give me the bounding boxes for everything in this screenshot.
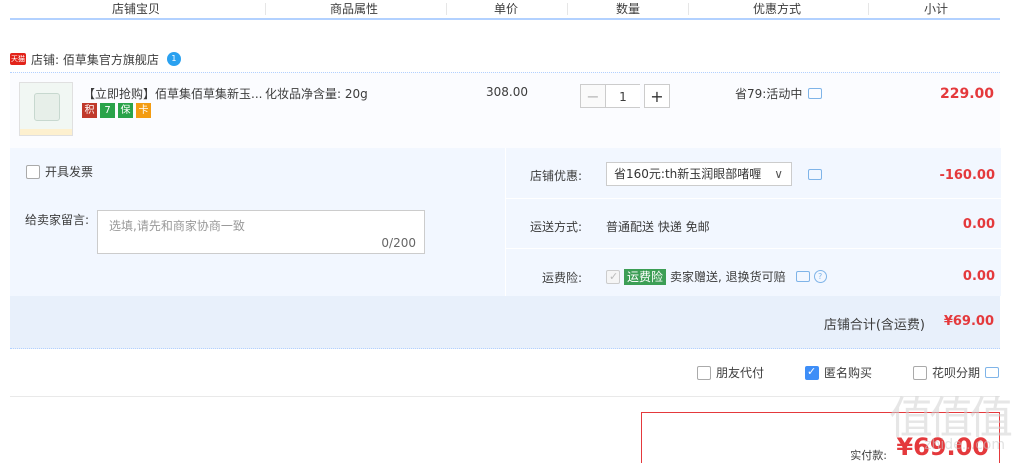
col-shop-item: 店铺宝贝 [112, 2, 161, 16]
insurance-tag: 运费险 [624, 268, 667, 285]
item-subtotal: 229.00 [939, 86, 994, 102]
col-subtotal: 小计 [924, 2, 949, 16]
insurance-message-icon[interactable] [795, 271, 810, 282]
shop-total-amount: ¥69.00 [943, 314, 994, 329]
shipping-method: 普通配送 快递 免邮 [606, 220, 710, 234]
promotion-text: 省79:活动中 [735, 87, 803, 101]
invoice-checkbox[interactable] [26, 164, 40, 179]
shop-discount-select[interactable]: 省160元:th新玉润眼部啫喱 ∨ [606, 162, 792, 186]
quantity-minus-button[interactable]: − [580, 84, 606, 108]
row-divider [506, 248, 1001, 249]
invoice-label: 开具发票 [45, 165, 94, 179]
product-title-link[interactable]: 【立即抢购】佰草集佰草集新玉... [83, 85, 262, 102]
invoice-option[interactable]: 开具发票 [26, 163, 93, 180]
product-thumbnail[interactable] [19, 82, 73, 136]
help-icon[interactable]: ? [813, 270, 827, 283]
message-textarea[interactable]: 选填,请先和商家协商一致 0/200 [97, 210, 425, 254]
watermark-site: zhide...com [924, 437, 1005, 453]
installment-option[interactable]: 花呗分期 [913, 364, 1000, 381]
col-quantity: 数量 [616, 2, 641, 16]
tmall-icon: 天猫 [10, 53, 26, 65]
col-price: 单价 [494, 2, 519, 16]
friend-pay-checkbox[interactable] [697, 365, 711, 380]
discount-shipping-panel: 店铺优惠: 省160元:th新玉润眼部啫喱 ∨ -160.00 运送方式: 普通… [505, 148, 1001, 296]
shop-discount-label: 店铺优惠: [529, 169, 582, 183]
shop-total-label: 店铺合计(含运费) [823, 318, 925, 333]
points-icon[interactable]: 积 [82, 103, 97, 118]
freight-insurance: 运费险 卖家赠送, 退换货可赔 ? [606, 268, 827, 285]
shipping-label: 运送方式: [529, 220, 582, 234]
installment-checkbox[interactable] [913, 365, 927, 380]
insurance-desc: 卖家赠送, 退换货可赔 [670, 270, 786, 284]
wangwang-chat-icon[interactable]: 1 [166, 52, 181, 66]
anonymous-label: 匿名购买 [824, 366, 873, 380]
anonymous-checkbox[interactable] [805, 365, 819, 380]
product-property: 化妆品净含量: 20g [265, 87, 368, 101]
col-property: 商品属性 [330, 2, 379, 16]
promotion-info: 省79:活动中 [735, 85, 823, 102]
service-badges: 积 7 保 卡 [82, 103, 151, 118]
friend-pay-option[interactable]: 朋友代付 [697, 364, 764, 381]
guarantee-icon[interactable]: 保 [118, 103, 133, 118]
header-separator [265, 3, 266, 15]
discount-message-icon[interactable] [808, 169, 822, 180]
quantity-stepper: − 1 + [580, 84, 670, 108]
card-payment-icon[interactable]: 卡 [136, 103, 151, 118]
thumbnail-strip [20, 129, 72, 135]
quantity-input[interactable]: 1 [606, 84, 640, 108]
section-divider [10, 396, 1000, 397]
seven-day-return-icon[interactable]: 7 [100, 103, 115, 118]
promotion-message-icon[interactable] [808, 88, 823, 99]
shop-discount-value: 省160元:th新玉润眼部啫喱 [614, 167, 762, 181]
product-jar-image [34, 93, 60, 121]
message-char-count: 0/200 [381, 236, 416, 250]
order-options: 开具发票 给卖家留言: 选填,请先和商家协商一致 0/200 店铺优惠: 省16… [10, 148, 1001, 296]
insurance-label: 运费险: [541, 271, 582, 285]
shop-discount-amount: -160.00 [939, 168, 995, 183]
header-separator [567, 3, 568, 15]
shop-total-row: 店铺合计(含运费) ¥69.00 [10, 296, 1000, 349]
header-separator [868, 3, 869, 15]
row-divider [506, 198, 1001, 199]
actual-payment-label: 实付款: [850, 449, 887, 462]
installment-label: 花呗分期 [932, 366, 981, 380]
chevron-down-icon: ∨ [774, 167, 783, 181]
message-placeholder: 选填,请先和商家协商一致 [109, 219, 245, 233]
col-discount: 优惠方式 [753, 2, 802, 16]
cart-item: 【立即抢购】佰草集佰草集新玉... 积 7 保 卡 化妆品净含量: 20g 30… [10, 72, 1000, 148]
friend-pay-label: 朋友代付 [716, 366, 765, 380]
message-label: 给卖家留言: [25, 213, 90, 227]
header-separator [446, 3, 447, 15]
cart-header: 店铺宝贝 商品属性 单价 数量 优惠方式 小计 [10, 0, 1000, 20]
installment-message-icon[interactable] [985, 367, 1000, 378]
shop-row: 天猫 店铺: 佰草集官方旗舰店 1 [10, 50, 181, 68]
shipping-amount: 0.00 [962, 217, 995, 232]
shop-name-link[interactable]: 店铺: 佰草集官方旗舰店 [31, 51, 159, 68]
insurance-amount: 0.00 [962, 269, 995, 284]
anonymous-option[interactable]: 匿名购买 [805, 364, 872, 381]
quantity-plus-button[interactable]: + [644, 84, 670, 108]
unit-price: 308.00 [486, 85, 528, 99]
header-separator [688, 3, 689, 15]
insurance-checkbox [606, 269, 620, 284]
